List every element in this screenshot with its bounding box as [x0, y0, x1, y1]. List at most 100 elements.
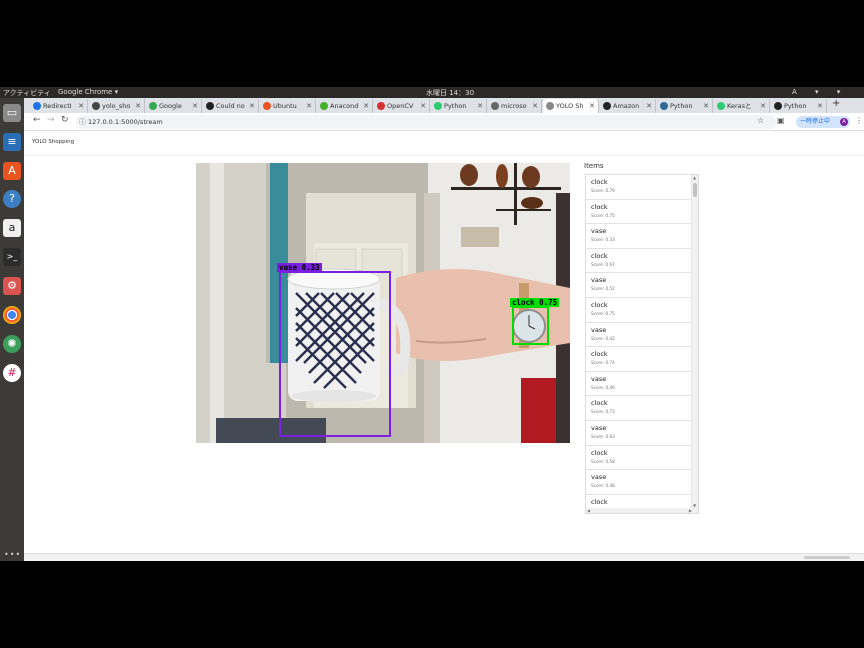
item-name: vase — [591, 374, 607, 383]
item-score: Score: 0.75 — [591, 212, 615, 218]
horizontal-scrollbar[interactable]: ◀ ▶ — [586, 508, 693, 513]
brand-link[interactable]: YOLO Shopping — [32, 139, 74, 145]
tab-label: OpenCV — [387, 102, 414, 110]
software-icon[interactable]: A — [3, 162, 21, 180]
items-list[interactable]: clock Score: 0.79 clock Score: 0.75 vase Sc… — [585, 174, 699, 514]
close-icon[interactable]: ✕ — [420, 99, 426, 113]
files-icon[interactable]: ▭ — [3, 104, 21, 122]
scroll-up-icon[interactable]: ▲ — [693, 175, 696, 180]
close-icon[interactable]: ✕ — [249, 99, 255, 113]
item-score: Score: 0.73 — [591, 409, 615, 415]
list-item[interactable]: vase Score: 0.48 — [586, 470, 693, 495]
address-bar[interactable]: ⓘ 127.0.0.1:5000/stream — [76, 115, 776, 129]
list-item[interactable]: vase Score: 0.63 — [586, 421, 693, 446]
tab[interactable]: Ubuntu ✕ — [260, 99, 316, 113]
help-icon[interactable]: ? — [3, 190, 21, 208]
tab-label: Python — [670, 102, 693, 110]
list-item[interactable]: clock Score: 0.73 — [586, 396, 693, 421]
show-apps-icon[interactable]: ••• — [4, 550, 21, 559]
close-icon[interactable]: ✕ — [589, 99, 595, 113]
tab-label: RedirectI — [43, 102, 72, 110]
tab-active[interactable]: YOLO Sh ✕ — [543, 99, 599, 113]
tab-label: Kerasと — [727, 102, 752, 110]
list-item[interactable]: clock Score: 0.58 — [586, 446, 693, 471]
list-item[interactable]: vase Score: 0.42 — [586, 323, 693, 348]
app-menu[interactable]: Google Chrome ▾ — [58, 88, 118, 96]
close-icon[interactable]: ✕ — [532, 99, 538, 113]
clock-bounding-box — [512, 306, 549, 345]
close-icon[interactable]: ✕ — [646, 99, 652, 113]
close-icon[interactable]: ✕ — [192, 99, 198, 113]
close-icon[interactable]: ✕ — [78, 99, 84, 113]
amazon-icon[interactable]: a — [3, 219, 21, 237]
tab[interactable]: Google ✕ — [146, 99, 202, 113]
settings-icon[interactable]: ⚙ — [3, 277, 21, 295]
avatar: A — [840, 118, 848, 126]
close-icon[interactable]: ✕ — [477, 99, 483, 113]
atom-icon[interactable]: ✺ — [3, 335, 21, 353]
reload-icon[interactable]: ↻ — [61, 115, 69, 125]
tab[interactable]: Python ✕ — [657, 99, 713, 113]
tab[interactable]: Python ✕ — [431, 99, 487, 113]
close-icon[interactable]: ✕ — [363, 99, 369, 113]
close-icon[interactable]: ✕ — [306, 99, 312, 113]
list-item[interactable]: clock Score: 0.75 — [586, 200, 693, 225]
close-icon[interactable]: ✕ — [817, 99, 823, 113]
list-item[interactable]: clock Score: 0.67 — [586, 249, 693, 274]
terminal-icon[interactable]: >_ — [3, 248, 21, 266]
items-heading: Items — [584, 162, 604, 170]
tab-favicon-icon — [263, 102, 271, 110]
list-item[interactable]: vase Score: 0.46 — [586, 372, 693, 397]
slack-icon[interactable]: # — [3, 364, 21, 382]
scroll-right-icon[interactable]: ▶ — [689, 508, 692, 513]
profile-paused-button[interactable]: 一時停止中 A — [796, 116, 850, 128]
item-score: Score: 0.67 — [591, 261, 615, 267]
activities-button[interactable]: アクティビティ — [3, 88, 51, 98]
menu-icon[interactable]: ⋮ — [855, 116, 863, 125]
site-info-icon[interactable]: ⓘ — [79, 115, 86, 129]
list-item[interactable]: clock Score: 0.75 — [586, 298, 693, 323]
close-icon[interactable]: ✕ — [703, 99, 709, 113]
item-name: vase — [591, 423, 607, 432]
back-icon[interactable]: ← — [33, 115, 41, 125]
item-name: vase — [591, 473, 607, 482]
tab[interactable]: microso ✕ — [488, 99, 542, 113]
item-score: Score: 0.75 — [591, 310, 615, 316]
tab-label: Google — [159, 102, 182, 110]
tab[interactable]: OpenCV ✕ — [374, 99, 430, 113]
item-name: clock — [591, 497, 608, 506]
close-icon[interactable]: ✕ — [135, 99, 141, 113]
forward-icon[interactable]: → — [47, 115, 55, 125]
tab[interactable]: Anacond ✕ — [317, 99, 373, 113]
scrollbar-thumb[interactable] — [693, 183, 697, 197]
scroll-down-icon[interactable]: ▼ — [693, 503, 696, 508]
list-item[interactable]: clock Score: 0.74 — [586, 347, 693, 372]
tab[interactable]: Python ✕ — [771, 99, 827, 113]
system-clock[interactable]: 水曜日 14：30 — [426, 88, 474, 98]
scroll-left-icon[interactable]: ◀ — [587, 508, 590, 513]
page-content: YOLO Shopping vase 0.33 clock 0.75 Items… — [24, 131, 864, 553]
tab[interactable]: yolo_sho ✕ — [89, 99, 145, 113]
chrome-icon[interactable] — [3, 306, 21, 324]
tab-favicon-icon — [377, 102, 385, 110]
item-name: clock — [591, 350, 608, 359]
tab[interactable]: Amazon ✕ — [600, 99, 656, 113]
tab[interactable]: Kerasと ✕ — [714, 99, 770, 113]
cast-icon[interactable]: ▣ — [777, 116, 785, 125]
item-name: clock — [591, 448, 608, 457]
bookmark-star-icon[interactable]: ☆ — [757, 116, 764, 125]
writer-icon[interactable]: ≡ — [3, 133, 21, 151]
new-tab-button[interactable]: + — [832, 98, 840, 109]
item-score: Score: 0.63 — [591, 433, 615, 439]
list-item[interactable]: vase Score: 0.33 — [586, 224, 693, 249]
item-name: clock — [591, 178, 608, 186]
tab-label: yolo_sho — [102, 102, 131, 110]
list-item[interactable]: vase Score: 0.52 — [586, 273, 693, 298]
tab-favicon-icon — [774, 102, 782, 110]
list-item[interactable]: clock Score: 0.79 — [586, 175, 693, 200]
vertical-scrollbar[interactable]: ▲ ▼ — [691, 175, 698, 513]
close-icon[interactable]: ✕ — [760, 99, 766, 113]
tab[interactable]: Could no ✕ — [203, 99, 259, 113]
tab[interactable]: RedirectI ✕ — [30, 99, 88, 113]
vase-bounding-box — [279, 271, 391, 437]
